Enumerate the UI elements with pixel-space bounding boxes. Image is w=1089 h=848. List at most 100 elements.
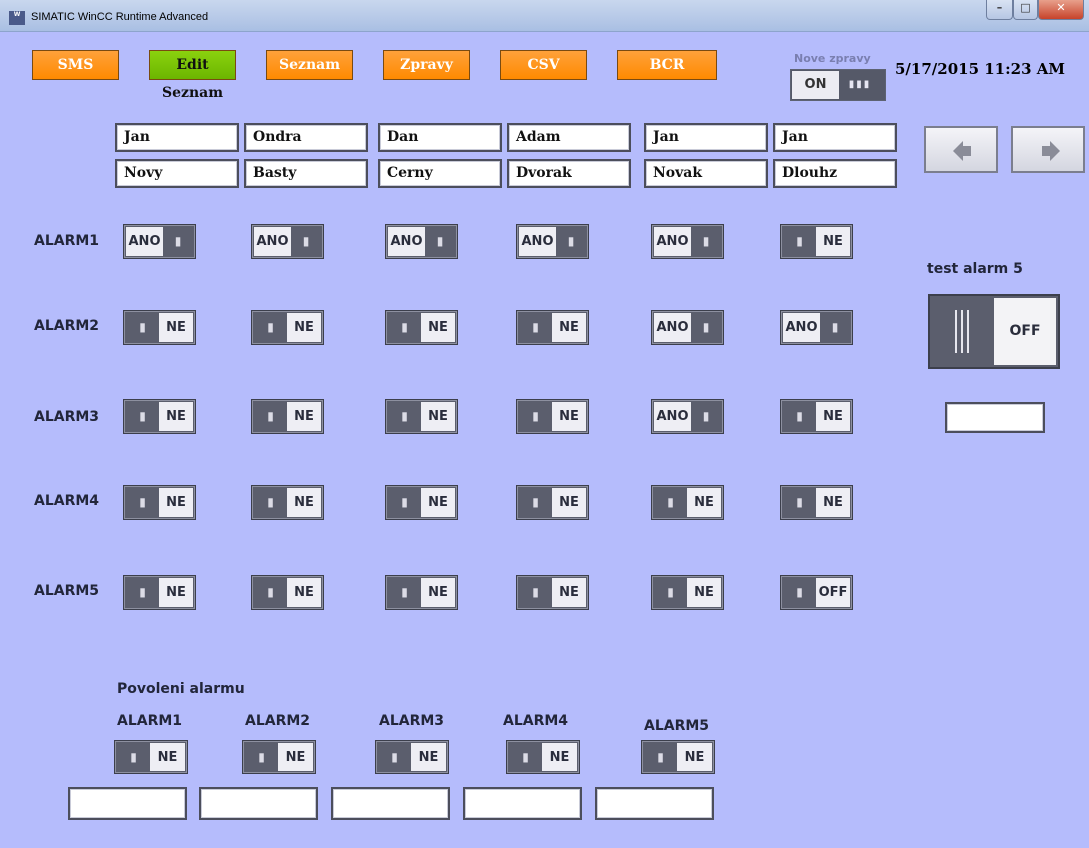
alarm1-switch[interactable]: ANO ▮ [385,224,458,259]
alarm5-switch[interactable]: ▮ OFF [780,575,853,610]
alarm2-switch[interactable]: ▮ NE [385,310,458,345]
switch-state: OFF [816,578,850,607]
alarm1-switch[interactable]: ANO ▮ [516,224,589,259]
alarm2-switch[interactable]: ▮ NE [123,310,196,345]
enable-alarm-label: ALARM1 [117,713,183,729]
switch-state: NE [278,743,313,771]
alarm2-switch[interactable]: ANO ▮ [780,310,853,345]
grip-icon: ▮ [401,409,408,423]
grip-icon: ▮ [267,409,274,423]
contact-first-name[interactable]: Jan [773,123,897,152]
contact-first-name[interactable]: Ondra [244,123,368,152]
contact-first-name[interactable]: Adam [507,123,631,152]
new-messages-toggle[interactable]: ON ▮▮▮ [790,69,886,101]
alarm3-switch[interactable]: ANO ▮ [651,399,724,434]
alarm5-switch[interactable]: ▮ NE [385,575,458,610]
switch-state: ANO [388,227,425,256]
enable-alarm2-switch[interactable]: ▮ NE [242,740,316,774]
close-button[interactable]: ✕ [1038,0,1084,20]
alarm3-switch[interactable]: ▮ NE [251,399,324,434]
alarm3-switch[interactable]: ▮ NE [123,399,196,434]
grip-icon: ▮ [139,320,146,334]
enable-alarm1-field[interactable] [68,787,187,820]
test-alarm-value-field[interactable] [945,402,1045,433]
switch-state: ANO [254,227,291,256]
sms-button[interactable]: SMS [32,50,119,80]
alarm2-switch[interactable]: ANO ▮ [651,310,724,345]
alarm4-switch[interactable]: ▮ NE [385,485,458,520]
alarm-row-label: ALARM3 [34,409,100,425]
contact-last-name[interactable]: Novak [644,159,768,188]
contact-first-name[interactable]: Dan [378,123,502,152]
alarm4-switch[interactable]: ▮ NE [780,485,853,520]
enable-alarm4-switch[interactable]: ▮ NE [506,740,580,774]
alarm1-switch[interactable]: ANO ▮ [251,224,324,259]
enable-alarm-label: ALARM2 [245,713,311,729]
grip-icon: ▮ [702,234,710,248]
test-alarm-switch[interactable]: OFF [928,294,1060,369]
maximize-button[interactable]: □ [1013,0,1038,20]
csv-button[interactable]: CSV [500,50,587,80]
alarm5-switch[interactable]: ▮ NE [251,575,324,610]
switch-state: NE [687,488,721,517]
grip-icon: ▮ [532,495,539,509]
alarm5-switch[interactable]: ▮ NE [516,575,589,610]
grip-icon: ▮▮▮ [848,79,872,90]
switch-state: NE [687,578,721,607]
enable-alarm4-field[interactable] [463,787,582,820]
alarm5-switch[interactable]: ▮ NE [123,575,196,610]
enable-alarm5-switch[interactable]: ▮ NE [641,740,715,774]
switch-state: NE [816,227,850,256]
contact-last-name[interactable]: Novy [115,159,239,188]
enable-alarm2-field[interactable] [199,787,318,820]
alarm2-switch[interactable]: ▮ NE [251,310,324,345]
alarm1-switch[interactable]: ▮ NE [780,224,853,259]
zpravy-button[interactable]: Zpravy [383,50,470,80]
contact-last-name[interactable]: Cerny [378,159,502,188]
contact-last-name[interactable]: Dvorak [507,159,631,188]
grip-icon: ▮ [139,585,146,599]
next-button[interactable] [1011,126,1085,173]
grip-icon: ▮ [667,585,674,599]
alarm1-switch[interactable]: ANO ▮ [123,224,196,259]
grip-icon: ▮ [667,495,674,509]
switch-state: NE [159,578,193,607]
bcr-button[interactable]: BCR [617,50,717,80]
alarm4-switch[interactable]: ▮ NE [651,485,724,520]
enable-alarm1-switch[interactable]: ▮ NE [114,740,188,774]
edit-seznam-button[interactable]: Edit Seznam [149,50,236,101]
switch-state: NE [552,488,586,517]
wincc-app-icon: W [9,11,25,25]
minimize-button[interactable]: – [986,0,1013,20]
grip-icon: ▮ [139,409,146,423]
alarm4-switch[interactable]: ▮ NE [251,485,324,520]
enable-alarm3-switch[interactable]: ▮ NE [375,740,449,774]
contact-last-name[interactable]: Dlouhz [773,159,897,188]
switch-state: ANO [783,313,820,342]
alarm4-switch[interactable]: ▮ NE [516,485,589,520]
seznam-button[interactable]: Seznam [266,50,353,80]
alarm3-switch[interactable]: ▮ NE [780,399,853,434]
alarm4-switch[interactable]: ▮ NE [123,485,196,520]
alarm1-switch[interactable]: ANO ▮ [651,224,724,259]
contact-first-name[interactable]: Jan [115,123,239,152]
grip-icon: ▮ [831,320,839,334]
switch-state: ANO [654,313,691,342]
switch-state: NE [421,313,455,342]
grip-icon: ▮ [401,585,408,599]
contact-last-name[interactable]: Basty [244,159,368,188]
enable-alarm3-field[interactable] [331,787,450,820]
prev-button[interactable] [924,126,998,173]
enable-alarm5-field[interactable] [595,787,714,820]
grip-icon: ▮ [391,750,398,764]
contact-first-name[interactable]: Jan [644,123,768,152]
grip-icon: ▮ [267,585,274,599]
alarm3-switch[interactable]: ▮ NE [516,399,589,434]
alarm5-switch[interactable]: ▮ NE [651,575,724,610]
alarm2-switch[interactable]: ▮ NE [516,310,589,345]
grip-icon: ▮ [532,320,539,334]
alarm3-switch[interactable]: ▮ NE [385,399,458,434]
switch-state: NE [816,402,850,431]
alarm-row-label: ALARM4 [34,493,100,509]
grip-icon: ▮ [267,320,274,334]
